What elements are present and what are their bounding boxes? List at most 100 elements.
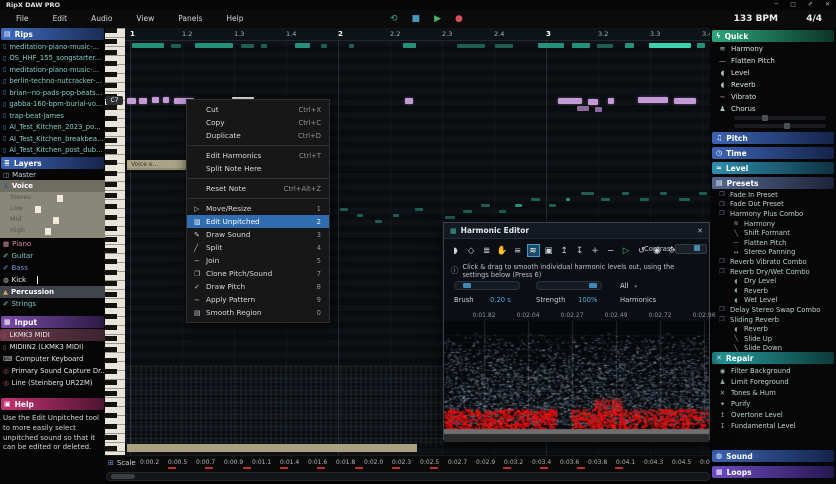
- note[interactable]: [127, 98, 136, 104]
- note[interactable]: [638, 97, 668, 103]
- sublayer-fader-handle[interactable]: [52, 216, 60, 225]
- note[interactable]: [405, 98, 413, 104]
- note[interactable]: [699, 192, 707, 195]
- repair-item[interactable]: ♟ Limit Foreground: [710, 376, 836, 387]
- edit-button[interactable]: ✐: [808, 1, 813, 9]
- context-menu-item[interactable]: ✎ Draw Sound 3: [187, 228, 329, 241]
- rip-file-item[interactable]: ▯ trap-beat-james: [0, 110, 105, 122]
- menu-item[interactable]: View: [124, 10, 166, 28]
- spectrogram-canvas[interactable]: [444, 321, 709, 442]
- instrument-layer-item[interactable]: ✐ Guitar: [0, 250, 105, 262]
- slider-thumb[interactable]: [784, 123, 790, 129]
- context-menu-item[interactable]: Edit Harmonics Ctrl+T: [187, 145, 329, 162]
- rip-file-item[interactable]: ▯ AI_Test_Kitchen_post_dub...: [0, 145, 105, 157]
- repair-item[interactable]: ◉ Filter Background: [710, 365, 836, 376]
- note[interactable]: [445, 216, 455, 219]
- menu-item[interactable]: Edit: [41, 10, 80, 28]
- context-menu-item[interactable]: Copy Ctrl+C: [187, 116, 329, 129]
- camera-icon[interactable]: ▣: [542, 244, 555, 257]
- preset-item[interactable]: ◖ Dry Level: [710, 276, 836, 286]
- note[interactable]: [608, 98, 614, 104]
- note[interactable]: [393, 214, 399, 217]
- horizontal-scrollbar[interactable]: [106, 472, 710, 481]
- lower-harmonics-icon[interactable]: ↧: [573, 244, 586, 257]
- lines-tool-icon[interactable]: ≡: [511, 244, 524, 257]
- note[interactable]: [622, 192, 629, 195]
- maximize-button[interactable]: □: [790, 1, 796, 9]
- rip-file-item[interactable]: ▯ gabba-160-bpm-burial-vo...: [0, 99, 105, 111]
- instrument-layer-item[interactable]: ▲ Percussion: [0, 286, 105, 298]
- note[interactable]: [171, 44, 181, 48]
- rip-file-item[interactable]: ▯ berlin-techno-nutcracker-...: [0, 76, 105, 88]
- presets-panel-header[interactable]: ▤ Presets: [712, 177, 834, 189]
- grab-tool-icon[interactable]: ✋: [496, 244, 509, 257]
- note[interactable]: [357, 214, 363, 217]
- input-device-item[interactable]: ◎ Line (Steinberg UR22M): [0, 377, 105, 389]
- note[interactable]: [349, 44, 354, 48]
- context-menu-item[interactable]: ∼ Apply Pattern 9: [187, 293, 329, 306]
- record-button[interactable]: ●: [455, 15, 463, 24]
- pitch-panel-header[interactable]: ♫ Pitch: [712, 132, 834, 144]
- bpm-display[interactable]: 133 BPM: [734, 14, 778, 24]
- note[interactable]: [403, 43, 416, 48]
- instrument-layer-item[interactable]: ▦ Piano: [0, 238, 105, 250]
- add-harmonic-icon[interactable]: +: [589, 244, 602, 257]
- bar-ruler[interactable]: 11.21.31.422.22.32.433.23.33.4: [125, 28, 710, 41]
- sublayer-fader-handle[interactable]: [44, 227, 52, 236]
- piano-keyboard[interactable]: [105, 28, 125, 455]
- preset-item[interactable]: ↔ Stereo Panning: [710, 248, 836, 258]
- note[interactable]: [515, 204, 522, 207]
- scale-label-group[interactable]: ⊞ Scale: [108, 459, 136, 467]
- repair-item[interactable]: ✕ Tones & Hum: [710, 387, 836, 398]
- scrollbar-thumb[interactable]: [111, 474, 135, 479]
- quick-panel-header[interactable]: ϟ Quick: [712, 30, 834, 42]
- slider-thumb[interactable]: [762, 115, 768, 121]
- context-menu-item[interactable]: ▤ Smooth Region 0: [187, 306, 329, 319]
- voice-layer-header[interactable]: ♟ Voice: [0, 180, 105, 192]
- note[interactable]: [481, 204, 490, 207]
- master-layer-item[interactable]: ◫ Master: [0, 169, 105, 180]
- note[interactable]: [595, 107, 602, 112]
- menu-item[interactable]: Audio: [79, 10, 124, 28]
- play-button[interactable]: ▶: [434, 15, 441, 24]
- note[interactable]: [697, 43, 705, 48]
- help-panel-header[interactable]: ▣ Help: [1, 398, 104, 410]
- note[interactable]: [549, 204, 556, 207]
- note[interactable]: [195, 43, 233, 48]
- note[interactable]: [625, 43, 634, 48]
- preview-play-icon[interactable]: ▷: [620, 244, 633, 257]
- quick-effect-item[interactable]: ♟ Chorus: [710, 103, 836, 115]
- preset-item[interactable]: ❐ Fade Out Preset: [710, 200, 836, 210]
- quick-effect-item[interactable]: ◖ Level: [710, 67, 836, 79]
- strength-value[interactable]: 100%: [578, 296, 597, 304]
- context-menu-item[interactable]: ❐ Clone Pitch/Sound 7: [187, 267, 329, 280]
- close-button[interactable]: ✕: [825, 1, 830, 9]
- input-device-item[interactable]: ▯ LKMK3 MIDI: [0, 329, 105, 341]
- subtract-harmonic-icon[interactable]: −: [604, 244, 617, 257]
- context-menu-item[interactable]: Duplicate Ctrl+D: [187, 129, 329, 142]
- context-menu-item[interactable]: Reset Note Ctrl+Alt+Z: [187, 178, 329, 195]
- note[interactable]: [566, 198, 570, 201]
- context-menu-item[interactable]: ▨ Edit Unpitched 2: [187, 215, 329, 228]
- black-keys[interactable]: [105, 28, 117, 455]
- context-menu-item[interactable]: ╱ Split 4: [187, 241, 329, 254]
- note[interactable]: [139, 98, 147, 104]
- input-device-item[interactable]: ◎ Primary Sound Capture Dr...: [0, 365, 105, 377]
- note[interactable]: [597, 44, 613, 48]
- slider-thumb[interactable]: [463, 283, 471, 288]
- metronome-button[interactable]: ⟲: [390, 15, 398, 24]
- note[interactable]: [538, 43, 564, 48]
- stop-button[interactable]: ■: [412, 15, 421, 24]
- minimize-button[interactable]: ─: [775, 1, 779, 9]
- note[interactable]: [340, 208, 348, 211]
- preset-item[interactable]: — Flatten Pitch: [710, 238, 836, 248]
- sound-panel-header[interactable]: ◍ Sound: [712, 450, 834, 462]
- note[interactable]: [640, 198, 649, 201]
- note[interactable]: [415, 208, 423, 211]
- menu-item[interactable]: Help: [214, 10, 255, 28]
- input-device-item[interactable]: ⌨ Computer Keyboard: [0, 353, 105, 365]
- preset-item[interactable]: ≋ Harmony: [710, 219, 836, 229]
- instrument-layer-item[interactable]: ✐ Bass: [0, 262, 105, 274]
- slider-thumb[interactable]: [694, 245, 700, 251]
- note[interactable]: [499, 210, 506, 213]
